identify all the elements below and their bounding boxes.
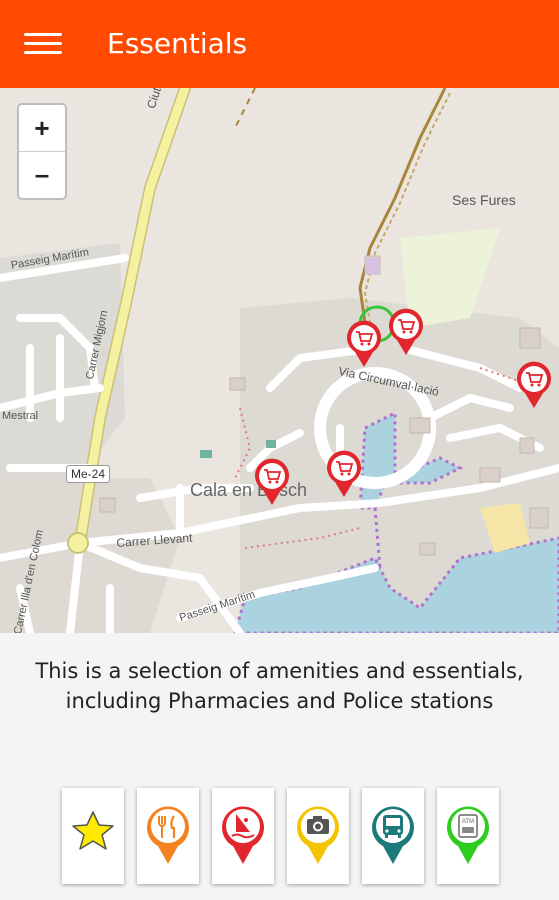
me24-text: Me-24 <box>71 467 106 481</box>
shopping-cart-icon <box>347 320 381 367</box>
app-bar: Essentials <box>0 0 559 88</box>
map-tiles <box>0 88 559 633</box>
map-marker-cart[interactable] <box>387 308 425 356</box>
camera-icon <box>297 806 339 864</box>
shopping-cart-icon <box>517 361 551 408</box>
zoom-control: + – <box>17 103 67 200</box>
shopping-cart-icon <box>255 458 289 505</box>
hamburger-menu-icon[interactable] <box>24 33 62 55</box>
shopping-cart-icon <box>327 450 361 497</box>
map-marker-cart[interactable] <box>253 458 291 506</box>
map-marker-cart[interactable] <box>345 320 383 368</box>
category-sightseeing-button[interactable] <box>287 788 349 884</box>
shopping-cart-icon <box>389 308 423 355</box>
category-atm-button[interactable]: ATM <box>437 788 499 884</box>
restaurant-icon <box>147 806 189 864</box>
map-label-me24: Me-24 <box>66 465 111 483</box>
zoom-out-button[interactable]: – <box>19 151 65 197</box>
map-view[interactable]: Ciutad Ses Fures Passeig Marítim Carrer … <box>0 88 559 633</box>
category-restaurants-button[interactable] <box>137 788 199 884</box>
star-icon <box>72 811 114 850</box>
svg-text:ATM: ATM <box>462 819 474 825</box>
bus-icon <box>372 806 414 864</box>
map-label-mestral: Mestral <box>2 410 39 422</box>
category-description: This is a selection of amenities and ess… <box>35 659 524 713</box>
map-label-ses-fures: Ses Fures <box>452 192 516 208</box>
map-marker-cart[interactable] <box>325 450 363 498</box>
category-watersports-button[interactable] <box>212 788 274 884</box>
page-title: Essentials <box>107 27 248 60</box>
category-favorites-button[interactable] <box>62 788 124 884</box>
category-transport-button[interactable] <box>362 788 424 884</box>
windsurf-icon <box>222 806 264 864</box>
zoom-in-button[interactable]: + <box>19 105 65 151</box>
map-marker-cart[interactable] <box>515 361 553 409</box>
atm-icon: ATM <box>447 806 489 864</box>
